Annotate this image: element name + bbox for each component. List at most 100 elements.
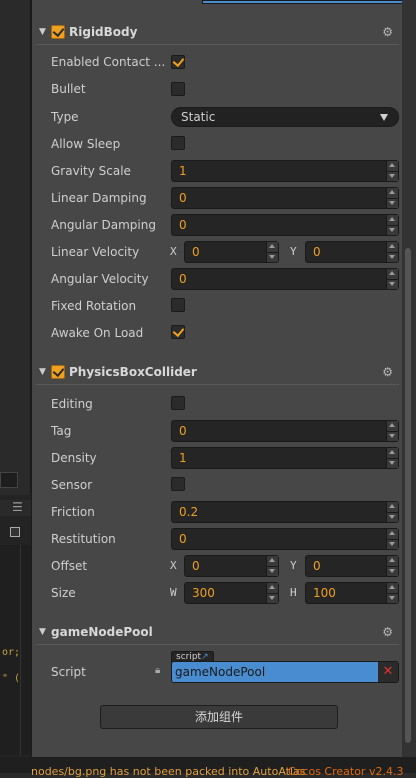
type-label: Type: [51, 110, 79, 124]
script-label: Script: [51, 665, 86, 679]
chevron-down-icon: [380, 114, 388, 121]
awake-on-load-checkbox[interactable]: [171, 325, 185, 339]
collapse-box-icon[interactable]: [10, 527, 20, 537]
rigidbody-enabled-checkbox[interactable]: [51, 25, 65, 39]
box-collider-header[interactable]: ▼ PhysicsBoxCollider ⚙: [32, 362, 403, 385]
hamburger-menu-icon[interactable]: ☰: [12, 500, 23, 514]
number-stepper[interactable]: [386, 529, 398, 549]
angular-velocity-value: 0: [179, 272, 187, 286]
x-axis-label: X: [170, 559, 177, 572]
section-divider: [36, 384, 399, 385]
restitution-input[interactable]: 0: [171, 528, 399, 550]
number-stepper[interactable]: [386, 556, 398, 576]
linear-velocity-x-value: 0: [192, 245, 200, 259]
script-field[interactable]: gameNodePool ✕: [171, 661, 399, 683]
restitution-label: Restitution: [51, 532, 116, 546]
box-collider-title: PhysicsBoxCollider: [69, 365, 197, 379]
collapse-arrow-icon[interactable]: ▼: [39, 26, 46, 38]
remove-script-icon[interactable]: ✕: [378, 662, 398, 682]
game-node-pool-title: gameNodePool: [51, 625, 153, 639]
density-input[interactable]: 1: [171, 447, 399, 469]
code-line: or;: [2, 647, 21, 658]
friction-input[interactable]: 0.2: [171, 501, 399, 523]
number-stepper[interactable]: [386, 215, 398, 235]
gear-icon[interactable]: ⚙: [382, 364, 393, 380]
fixed-rotation-checkbox[interactable]: [171, 298, 185, 312]
number-stepper[interactable]: [386, 269, 398, 289]
vertical-scrollbar[interactable]: [402, 0, 416, 757]
bullet-label: Bullet: [51, 82, 86, 96]
number-stepper[interactable]: [386, 188, 398, 208]
size-height-input[interactable]: 100: [305, 582, 399, 604]
version-label: Cocos Creator v2.4.3: [288, 765, 404, 778]
number-stepper[interactable]: [266, 556, 278, 576]
gravity-scale-input[interactable]: 1: [171, 160, 399, 182]
allow-sleep-checkbox[interactable]: [171, 136, 185, 150]
number-stepper[interactable]: [386, 448, 398, 468]
enabled-contact-checkbox[interactable]: [171, 55, 185, 69]
collapse-arrow-icon[interactable]: ▼: [39, 366, 46, 378]
y-axis-label: Y: [290, 559, 297, 572]
offset-y-input[interactable]: 0: [305, 555, 399, 577]
type-select-value: Static: [181, 110, 216, 124]
number-stepper[interactable]: [386, 161, 398, 181]
number-stepper[interactable]: [386, 421, 398, 441]
fixed-rotation-label: Fixed Rotation: [51, 299, 137, 313]
linear-velocity-y-input[interactable]: 0: [305, 241, 399, 263]
angular-velocity-input[interactable]: 0: [171, 268, 399, 290]
number-stepper[interactable]: [266, 583, 278, 603]
offset-x-value: 0: [192, 559, 200, 573]
search-field-edge[interactable]: [0, 472, 18, 488]
gutter-divider: [20, 545, 21, 755]
friction-value: 0.2: [179, 505, 199, 519]
gear-icon[interactable]: ⚙: [382, 624, 393, 640]
sensor-label: Sensor: [51, 478, 93, 492]
tag-input[interactable]: 0: [171, 420, 399, 442]
prev-field-edge[interactable]: [202, 0, 416, 4]
size-height-value: 100: [313, 586, 336, 600]
size-label: Size: [51, 586, 76, 600]
inspector-panel: ▼ RigidBody ⚙ Enabled Contact ... Bullet…: [31, 0, 416, 757]
linear-velocity-x-input[interactable]: 0: [184, 241, 279, 263]
angular-damping-input[interactable]: 0: [171, 214, 399, 236]
editing-checkbox[interactable]: [171, 396, 185, 410]
number-stepper[interactable]: [386, 583, 398, 603]
status-message: nodes/bg.png has not been packed into Au…: [31, 765, 306, 778]
angular-damping-label: Angular Damping: [51, 218, 156, 232]
number-stepper[interactable]: [386, 502, 398, 522]
rigidbody-header[interactable]: ▼ RigidBody ⚙: [32, 22, 403, 45]
box-collider-enabled-checkbox[interactable]: [51, 365, 65, 379]
linear-damping-value: 0: [179, 191, 187, 205]
scrollbar-thumb[interactable]: [405, 248, 411, 743]
sensor-checkbox[interactable]: [171, 477, 185, 491]
status-bar: nodes/bg.png has not been packed into Au…: [0, 757, 416, 778]
width-axis-label: W: [170, 586, 177, 599]
bullet-checkbox[interactable]: [171, 82, 185, 96]
number-stepper[interactable]: [266, 242, 278, 262]
code-editor-edge: or; " (: [0, 545, 31, 755]
offset-x-input[interactable]: 0: [184, 555, 279, 577]
restitution-value: 0: [179, 532, 187, 546]
add-component-button[interactable]: 添加组件: [100, 705, 338, 729]
number-stepper[interactable]: [386, 242, 398, 262]
game-node-pool-header[interactable]: ▼ gameNodePool ⚙: [32, 622, 403, 645]
awake-on-load-label: Awake On Load: [51, 326, 144, 340]
offset-label: Offset: [51, 559, 88, 573]
gear-icon[interactable]: ⚙: [382, 24, 393, 40]
height-axis-label: H: [290, 586, 297, 599]
gravity-scale-value: 1: [179, 164, 187, 178]
density-label: Density: [51, 451, 97, 465]
type-select[interactable]: Static: [171, 107, 399, 127]
section-divider: [36, 44, 399, 45]
y-axis-label: Y: [290, 245, 297, 258]
gravity-scale-label: Gravity Scale: [51, 164, 131, 178]
hierarchy-panel-edge: [0, 0, 31, 495]
x-axis-label: X: [170, 245, 177, 258]
collapse-arrow-icon[interactable]: ▼: [39, 626, 46, 638]
density-value: 1: [179, 451, 187, 465]
editing-label: Editing: [51, 397, 93, 411]
linear-velocity-y-value: 0: [313, 245, 321, 259]
section-divider: [36, 644, 399, 645]
linear-damping-input[interactable]: 0: [171, 187, 399, 209]
size-width-input[interactable]: 300: [184, 582, 279, 604]
